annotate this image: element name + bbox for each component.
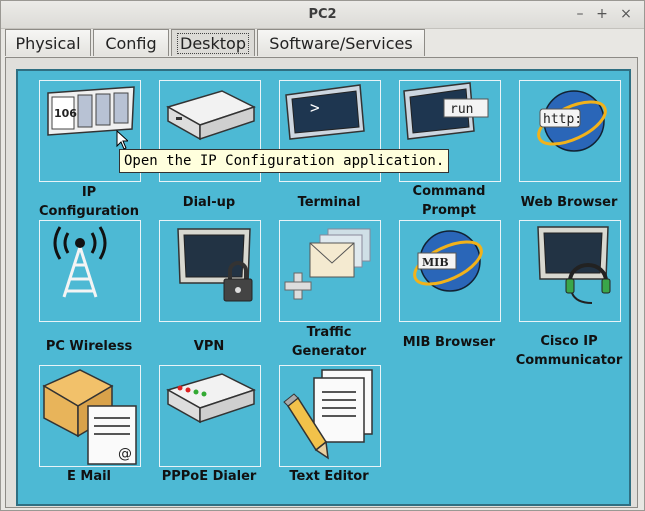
mib-globe-icon: MIB xyxy=(413,230,483,292)
tab-label: Config xyxy=(105,34,157,53)
pc-wireless-label: PC Wireless xyxy=(45,339,133,354)
terminal-label: Terminal xyxy=(297,195,361,210)
command-prompt-label: Command Prompt xyxy=(412,184,486,218)
email-app[interactable]: @ xyxy=(39,365,141,467)
tab-label: Desktop xyxy=(177,33,249,54)
tab-physical[interactable]: Physical xyxy=(5,29,91,56)
tab-label: Physical xyxy=(15,34,81,53)
vpn-app[interactable] xyxy=(159,220,261,322)
web-browser-icon-text: http: xyxy=(543,112,582,127)
email-icon-text: @ xyxy=(118,446,132,462)
ip-configuration-label: IP Configuration xyxy=(39,185,139,219)
desktop-panel: 106 IP Configuration Dial-up > Terminal … xyxy=(5,57,638,508)
headset-monitor-icon xyxy=(537,226,611,304)
envelopes-plus-icon xyxy=(284,228,371,300)
desktop-area: 106 IP Configuration Dial-up > Terminal … xyxy=(16,69,631,506)
cisco-ip-communicator-app[interactable] xyxy=(519,220,621,322)
dial-up-label: Dial-up xyxy=(182,195,236,210)
mail-icon: @ xyxy=(42,369,137,465)
pppoe-dialer-app[interactable] xyxy=(159,365,261,467)
ip-icon-text: 106 xyxy=(54,107,77,120)
traffic-generator-app[interactable] xyxy=(279,220,381,322)
tab-config[interactable]: Config xyxy=(93,29,169,56)
maximize-button[interactable]: + xyxy=(593,5,611,23)
monitor-lock-icon xyxy=(177,228,253,302)
pc-wireless-app[interactable] xyxy=(39,220,141,322)
web-browser-label: Web Browser xyxy=(520,195,618,210)
traffic-generator-label: Traffic Generator xyxy=(291,325,367,359)
antenna-icon xyxy=(53,226,107,298)
tab-desktop[interactable]: Desktop xyxy=(171,29,255,56)
title-bar[interactable]: PC2 – + × xyxy=(1,1,644,29)
globe-icon: http: xyxy=(537,90,607,152)
text-editor-app[interactable] xyxy=(279,365,381,467)
vpn-label: VPN xyxy=(193,339,225,354)
close-button[interactable]: × xyxy=(617,5,635,23)
cisco-ip-communicator-label: Cisco IP Communicator xyxy=(515,334,623,368)
mib-browser-app[interactable]: MIB xyxy=(399,220,501,322)
terminal-icon-text: > xyxy=(310,98,320,117)
pc2-window: PC2 – + × Physical Config Desktop Softwa… xyxy=(0,0,645,511)
ip-configuration-tooltip: Open the IP Configuration application. xyxy=(119,149,450,173)
pppoe-dialer-label: PPPoE Dialer xyxy=(161,469,257,484)
mib-browser-label: MIB Browser xyxy=(402,335,496,350)
tab-label: Software/Services xyxy=(269,34,413,53)
command-prompt-icon-text: run xyxy=(450,102,473,117)
text-editor-label: Text Editor xyxy=(289,469,369,484)
mib-icon-text: MIB xyxy=(422,256,449,269)
dialer-icon xyxy=(166,373,256,424)
web-browser-app[interactable]: http: xyxy=(519,80,621,182)
minimize-button[interactable]: – xyxy=(571,5,589,23)
email-label: E Mail xyxy=(66,469,112,484)
window-title: PC2 xyxy=(308,7,337,22)
pencil-document-icon xyxy=(283,369,373,460)
tab-software-services[interactable]: Software/Services xyxy=(257,29,425,56)
mouse-cursor-icon xyxy=(116,130,128,150)
